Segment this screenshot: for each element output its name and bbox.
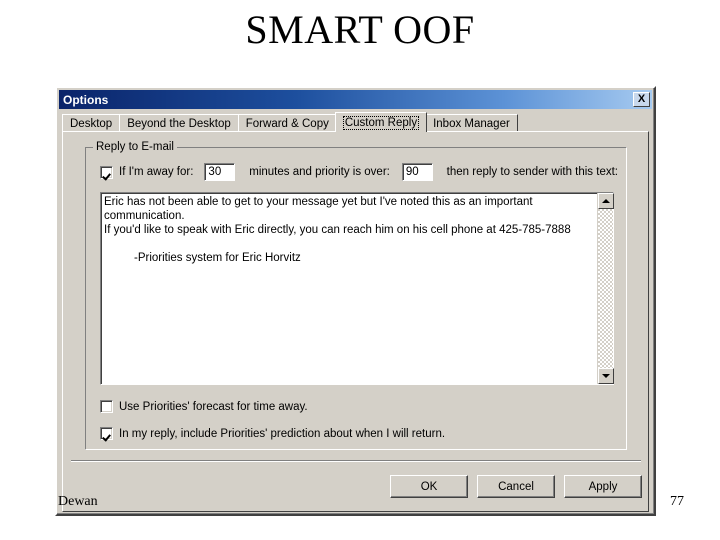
apply-button[interactable]: Apply — [564, 475, 642, 498]
reply-text-scrollbar[interactable] — [597, 193, 614, 384]
reply-text-content[interactable]: Eric has not been able to get to your me… — [101, 193, 597, 384]
include-prediction-label: In my reply, include Priorities' predict… — [119, 427, 446, 440]
slide-page-number: 77 — [670, 494, 684, 509]
include-prediction-checkbox[interactable] — [100, 427, 113, 440]
dialog-button-bar: OK Cancel Apply — [390, 475, 642, 498]
slide-footer-text: Dewan — [58, 494, 98, 509]
tab-label: Desktop — [70, 117, 113, 130]
slide-canvas: SMART OOF Dewan 77 Options X Desktop Bey… — [0, 0, 720, 540]
page-title: SMART OOF — [245, 7, 475, 52]
forecast-option-row: Use Priorities' forecast for time away. — [100, 400, 308, 413]
reply-to-email-group: Reply to E-mail If I'm away for: 30 minu… — [85, 141, 627, 450]
dialog-titlebar: Options X — [59, 90, 652, 109]
away-prefix-label: If I'm away for: — [119, 166, 194, 178]
use-forecast-checkbox[interactable] — [100, 400, 113, 413]
tab-label: Beyond the Desktop — [127, 117, 231, 130]
priority-input[interactable]: 90 — [401, 163, 433, 181]
arrow-up-glyph — [602, 199, 610, 203]
tab-beyond-the-desktop[interactable]: Beyond the Desktop — [119, 114, 239, 132]
away-rule-row: If I'm away for: 30 minutes and priority… — [100, 162, 618, 182]
use-forecast-label: Use Priorities' forecast for time away. — [119, 400, 308, 413]
dialog-title-text: Options — [63, 92, 109, 107]
scroll-up-icon[interactable] — [598, 193, 614, 209]
close-icon[interactable]: X — [633, 92, 650, 107]
reply-text-blank-line — [104, 237, 594, 251]
tab-strip: Desktop Beyond the Desktop Forward & Cop… — [62, 112, 648, 132]
group-legend: Reply to E-mail — [93, 141, 177, 153]
tab-label: Forward & Copy — [245, 117, 329, 130]
away-rule-checkbox[interactable] — [100, 165, 113, 179]
scroll-down-icon[interactable] — [598, 368, 614, 384]
minutes-middle-label: minutes and priority is over: — [249, 166, 390, 178]
arrow-down-glyph — [602, 374, 610, 378]
reply-suffix-label: then reply to sender with this text: — [446, 166, 618, 178]
tab-page-custom-reply: Reply to E-mail If I'm away for: 30 minu… — [62, 131, 649, 512]
reply-text-area[interactable]: Eric has not been able to get to your me… — [100, 192, 614, 385]
minutes-input[interactable]: 30 — [204, 163, 236, 181]
tab-inbox-manager[interactable]: Inbox Manager — [425, 114, 518, 132]
reply-text-line-1: Eric has not been able to get to your me… — [104, 196, 533, 222]
cancel-button[interactable]: Cancel — [477, 475, 555, 498]
tab-label: Custom Reply — [342, 115, 420, 130]
prediction-option-row: In my reply, include Priorities' predict… — [100, 427, 445, 440]
reply-text-line-3: -Priorities system for Eric Horvitz — [134, 252, 301, 264]
tab-forward-and-copy[interactable]: Forward & Copy — [237, 114, 337, 132]
options-dialog: Options X Desktop Beyond the Desktop For… — [55, 86, 656, 516]
reply-text-line-2: If you'd like to speak with Eric directl… — [104, 224, 571, 236]
tab-custom-reply[interactable]: Custom Reply — [334, 112, 428, 132]
ok-button[interactable]: OK — [390, 475, 468, 498]
tab-label: Inbox Manager — [433, 117, 510, 130]
button-bar-separator — [71, 460, 641, 462]
tab-desktop[interactable]: Desktop — [62, 114, 121, 132]
